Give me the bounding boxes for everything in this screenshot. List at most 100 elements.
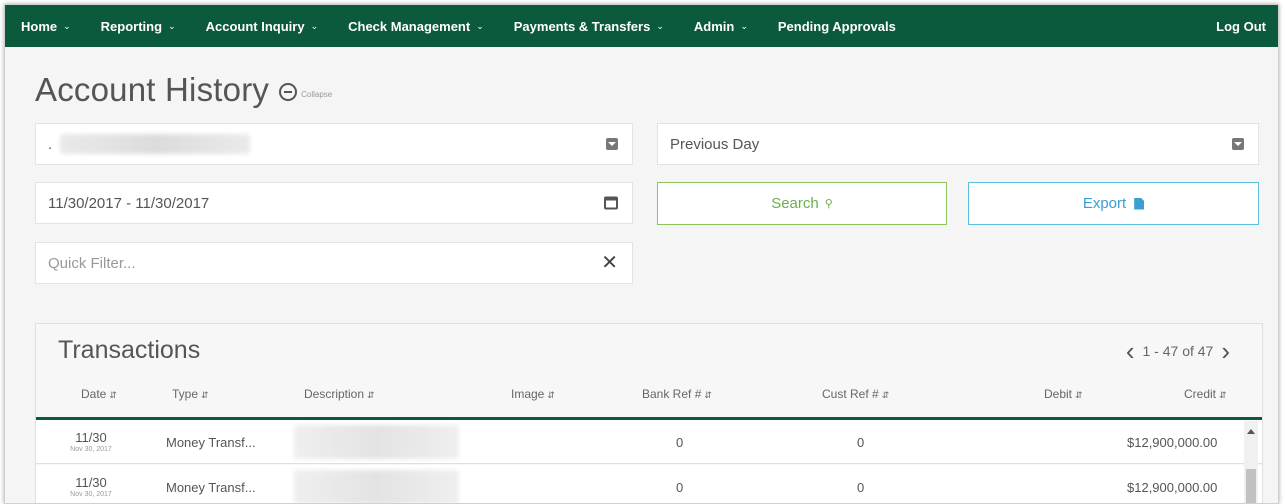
quick-filter-placeholder: Quick Filter... bbox=[48, 254, 136, 272]
chevron-down-icon: ⌄ bbox=[740, 20, 748, 31]
chevron-down-icon: ⌄ bbox=[63, 20, 71, 31]
nav-check-management-label: Check Management bbox=[348, 18, 471, 34]
magnifier-icon: ⚲ bbox=[824, 198, 833, 210]
column-header-credit[interactable]: Credit ⇵ bbox=[1184, 387, 1227, 401]
description-cell bbox=[294, 465, 459, 503]
column-header-debit[interactable]: Debit ⇵ bbox=[1044, 387, 1083, 401]
date-cell: 11/30 Nov 30, 2017 bbox=[61, 420, 121, 464]
title-row: Account History Collapse bbox=[35, 71, 332, 109]
date-cell: 11/30 Nov 30, 2017 bbox=[61, 465, 121, 503]
nav-pending-approvals-label: Pending Approvals bbox=[777, 18, 896, 34]
column-header-label: Type bbox=[172, 387, 199, 401]
cust-ref-cell: 0 bbox=[857, 479, 865, 495]
sort-icon: ⇵ bbox=[1075, 390, 1083, 400]
nav-pending-approvals[interactable]: Pending Approvals bbox=[762, 5, 910, 47]
chevron-down-icon: ⌄ bbox=[168, 20, 176, 31]
nav-payments-transfers-label: Payments & Transfers bbox=[513, 18, 651, 34]
sort-icon: ⇵ bbox=[1219, 390, 1227, 400]
column-header-label: Description bbox=[304, 387, 365, 401]
bank-ref-cell: 0 bbox=[676, 434, 684, 450]
account-select[interactable]: . bbox=[35, 123, 633, 165]
column-header-label: Credit bbox=[1184, 387, 1217, 401]
scroll-thumb[interactable] bbox=[1246, 469, 1256, 503]
calendar-icon[interactable] bbox=[604, 196, 618, 210]
column-header-label: Bank Ref # bbox=[642, 387, 702, 401]
credit-cell: $12,900,000.00 bbox=[1127, 479, 1218, 495]
column-header-type[interactable]: Type ⇵ bbox=[172, 387, 209, 401]
chevron-down-icon: ⌄ bbox=[656, 20, 664, 31]
date-short: 11/30 bbox=[75, 429, 107, 445]
period-select-value: Previous Day bbox=[670, 135, 760, 153]
transactions-title: Transactions bbox=[58, 336, 201, 364]
sort-icon: ⇵ bbox=[201, 390, 209, 400]
logout-link[interactable]: Log Out bbox=[1200, 5, 1278, 47]
nav-home-label: Home bbox=[21, 18, 58, 34]
search-button[interactable]: Search ⚲ bbox=[657, 182, 947, 225]
logout-label: Log Out bbox=[1216, 18, 1266, 34]
account-select-value: . bbox=[48, 135, 53, 153]
pagination-text: 1 - 47 of 47 bbox=[1142, 343, 1214, 359]
table-row[interactable]: 11/30 Nov 30, 2017 Money Transf... 0 0 $… bbox=[36, 420, 1262, 464]
minus-circle-icon[interactable] bbox=[279, 83, 298, 101]
export-button-label: Export bbox=[1082, 195, 1127, 212]
nav-account-inquiry-label: Account Inquiry bbox=[205, 18, 305, 34]
column-header-bank-ref[interactable]: Bank Ref # ⇵ bbox=[642, 387, 712, 401]
nav-reporting[interactable]: Reporting ⌄ bbox=[85, 5, 190, 47]
dropdown-arrow-icon bbox=[606, 138, 618, 150]
date-short: 11/30 bbox=[75, 474, 107, 490]
nav-admin[interactable]: Admin ⌄ bbox=[678, 5, 762, 47]
collapse-link[interactable]: Collapse bbox=[301, 90, 332, 99]
column-header-cust-ref[interactable]: Cust Ref # ⇵ bbox=[822, 387, 889, 401]
type-cell: Money Transf... bbox=[166, 434, 256, 450]
column-header-image[interactable]: Image ⇵ bbox=[511, 387, 555, 401]
quick-filter-input[interactable]: Quick Filter... ✕ bbox=[35, 242, 633, 284]
nav-payments-transfers[interactable]: Payments & Transfers ⌄ bbox=[498, 5, 678, 47]
close-icon[interactable]: ✕ bbox=[601, 253, 618, 273]
table-header: Date ⇵ Type ⇵ Description ⇵ Image ⇵ Bank Ref… bbox=[36, 387, 1262, 417]
sort-icon: ⇵ bbox=[547, 390, 555, 400]
date-full: Nov 30, 2017 bbox=[70, 490, 112, 498]
chevron-right-icon[interactable]: › bbox=[1221, 338, 1230, 364]
bank-ref-cell: 0 bbox=[676, 479, 684, 495]
search-button-label: Search bbox=[771, 195, 819, 212]
transactions-panel: Transactions ‹ 1 - 47 of 47 › Date ⇵ Type… bbox=[35, 323, 1263, 503]
table-row[interactable]: 11/30 Nov 30, 2017 Money Transf... 0 0 $… bbox=[36, 465, 1262, 503]
nav-home[interactable]: Home ⌄ bbox=[5, 5, 85, 47]
sort-icon: ⇵ bbox=[367, 390, 375, 400]
description-cell bbox=[294, 420, 459, 464]
nav-account-inquiry[interactable]: Account Inquiry ⌄ bbox=[190, 5, 333, 47]
credit-cell: $12,900,000.00 bbox=[1127, 434, 1218, 450]
date-range-input[interactable]: 11/30/2017 - 11/30/2017 bbox=[35, 182, 633, 224]
sort-icon: ⇵ bbox=[881, 390, 890, 400]
column-header-label: Image bbox=[511, 387, 545, 401]
column-header-label: Debit bbox=[1044, 387, 1073, 401]
chevron-left-icon[interactable]: ‹ bbox=[1126, 338, 1135, 364]
chevron-down-icon: ⌄ bbox=[310, 20, 319, 31]
document-icon bbox=[1134, 197, 1145, 210]
account-name-redacted bbox=[60, 134, 251, 154]
export-button[interactable]: Export bbox=[968, 182, 1259, 225]
column-header-label: Date bbox=[81, 387, 107, 401]
chevron-down-icon: ⌄ bbox=[476, 20, 484, 31]
sort-icon: ⇵ bbox=[704, 390, 712, 400]
date-full: Nov 30, 2017 bbox=[70, 445, 112, 453]
type-cell: Money Transf... bbox=[166, 479, 256, 495]
column-header-date[interactable]: Date ⇵ bbox=[81, 387, 117, 401]
description-redacted bbox=[294, 425, 459, 459]
dropdown-arrow-icon bbox=[1232, 138, 1244, 150]
column-header-description[interactable]: Description ⇵ bbox=[304, 387, 375, 401]
nav-admin-label: Admin bbox=[693, 18, 735, 34]
description-redacted bbox=[294, 470, 459, 503]
sort-icon: ⇵ bbox=[109, 390, 117, 400]
cust-ref-cell: 0 bbox=[857, 434, 865, 450]
pagination: ‹ 1 - 47 of 47 › bbox=[1126, 338, 1230, 364]
scroll-up-arrow-icon[interactable] bbox=[1247, 429, 1255, 434]
nav-reporting-label: Reporting bbox=[100, 18, 163, 34]
column-header-label: Cust Ref # bbox=[822, 387, 879, 401]
period-select[interactable]: Previous Day bbox=[657, 123, 1259, 165]
top-nav: Home ⌄ Reporting ⌄ Account Inquiry ⌄ Check … bbox=[5, 5, 1278, 47]
table-scrollbar[interactable] bbox=[1244, 421, 1258, 503]
app-window: Home ⌄ Reporting ⌄ Account Inquiry ⌄ Check … bbox=[4, 4, 1279, 504]
nav-check-management[interactable]: Check Management ⌄ bbox=[332, 5, 498, 47]
date-range-value: 11/30/2017 - 11/30/2017 bbox=[48, 194, 210, 212]
